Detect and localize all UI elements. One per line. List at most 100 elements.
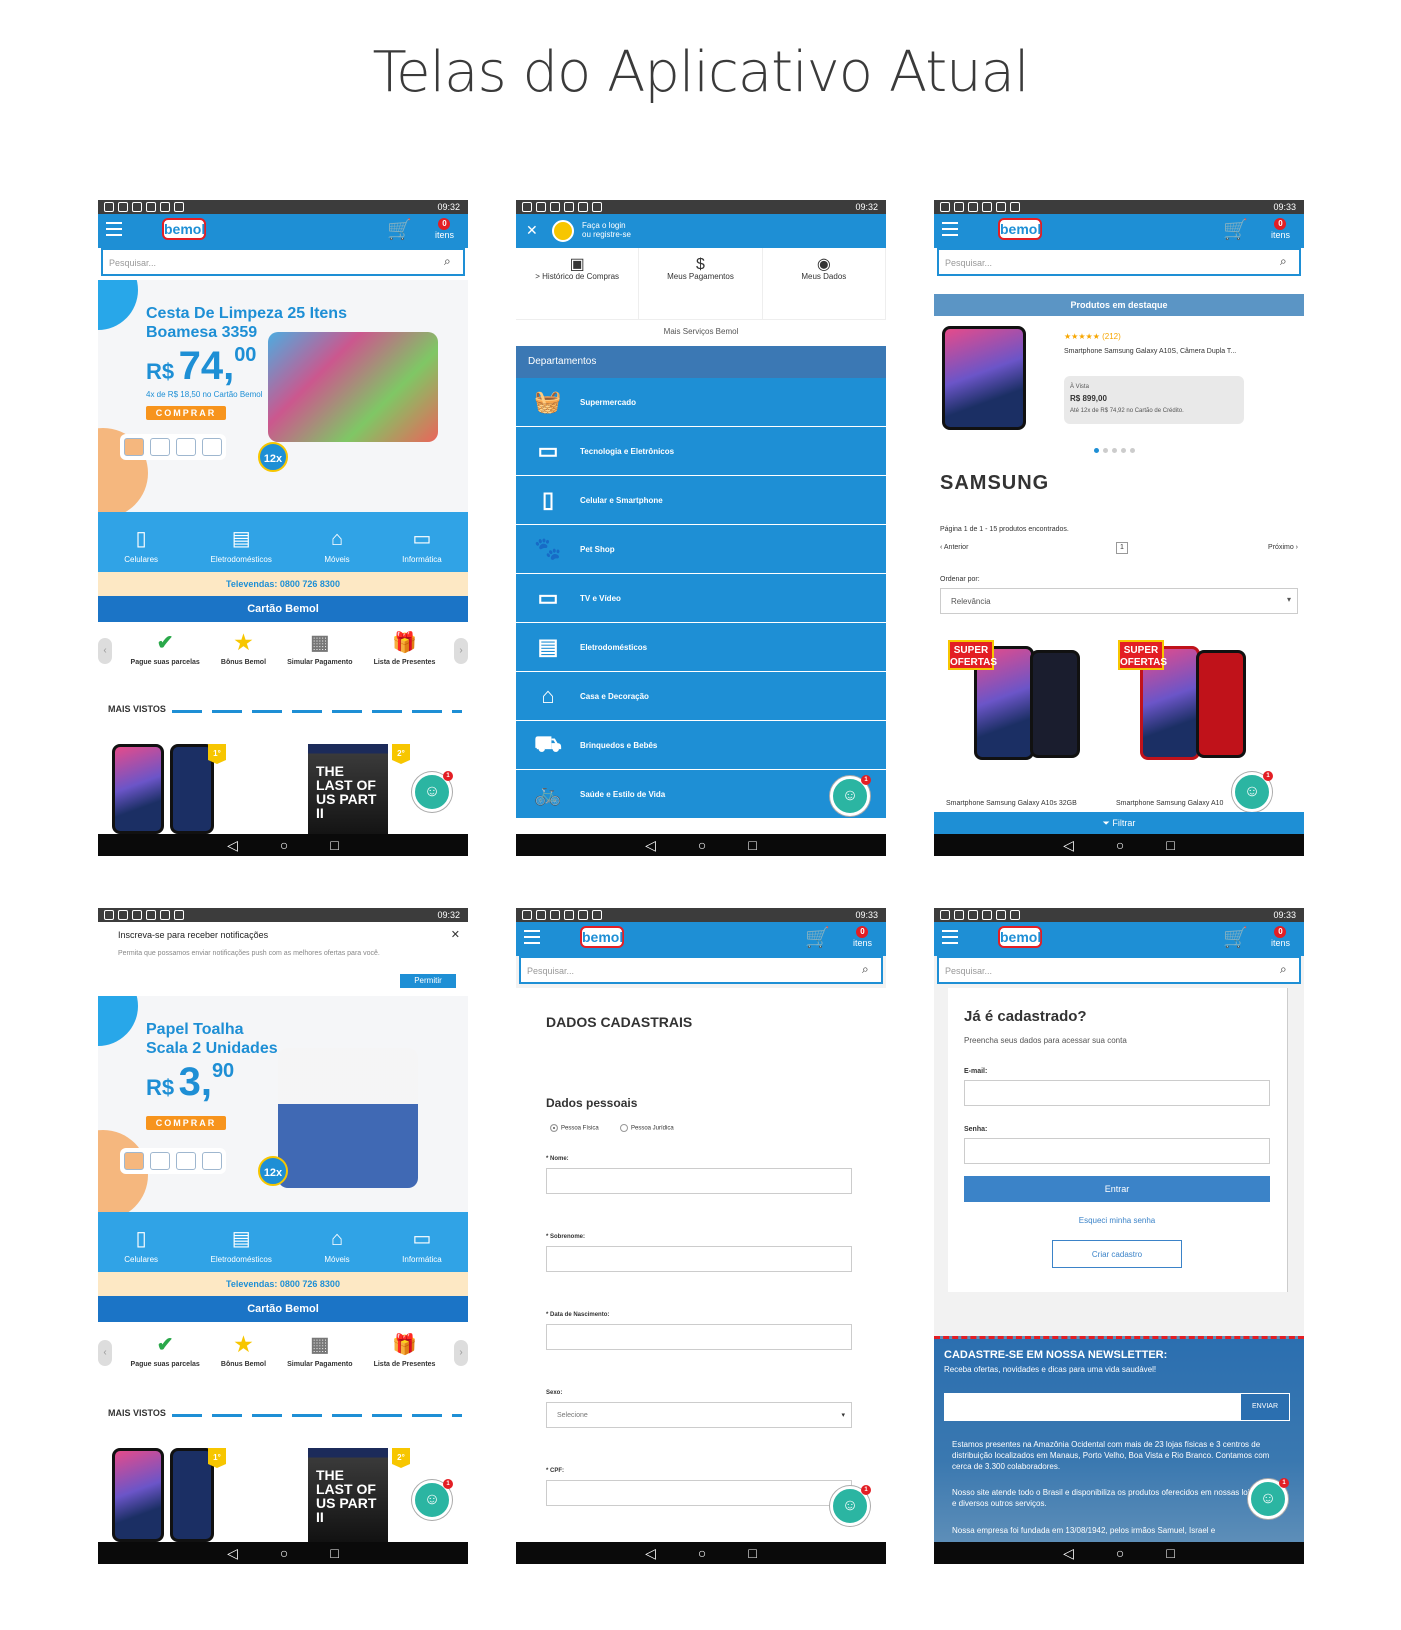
televendas-bar[interactable]: Televendas: 0800 726 8300 — [98, 572, 468, 596]
home-icon[interactable]: ○ — [698, 1545, 706, 1561]
permitir-button[interactable]: Permitir — [400, 974, 456, 988]
nascimento-field[interactable] — [546, 1324, 852, 1350]
forgot-password-link[interactable]: Esqueci minha senha — [964, 1216, 1270, 1225]
dept-casa[interactable]: ⌂ Casa e Decoração — [516, 672, 886, 721]
quick-lista[interactable]: 🎁 Lista de Presentes — [374, 1332, 436, 1382]
chatbot-icon[interactable]: ☺ 1 — [830, 775, 871, 816]
cartao-bemol-bar[interactable]: Cartão Bemol — [98, 596, 468, 622]
dept-petshop[interactable]: 🐾 Pet Shop — [516, 525, 886, 574]
next-link[interactable]: Próximo › — [1268, 544, 1298, 551]
carousel-dots[interactable] — [1094, 448, 1135, 453]
quick-bonus[interactable]: ★ Bônus Bemol — [221, 1332, 266, 1382]
televendas-bar[interactable]: Televendas: 0800 726 8300 — [98, 1272, 468, 1296]
grid-product-name[interactable]: Smartphone Samsung Galaxy A10s 32GB — [946, 800, 1077, 807]
grid-product-name[interactable]: Smartphone Samsung Galaxy A10 — [1116, 800, 1223, 807]
category-celulares[interactable]: ▯ Celulares — [124, 526, 158, 564]
quick-simular[interactable]: ▦ Simular Pagamento — [287, 1332, 352, 1382]
filter-button[interactable]: ⏷ Filtrar — [934, 812, 1304, 834]
cart-icon[interactable]: 🛒 — [805, 928, 830, 948]
dept-brinquedos[interactable]: ⛟ Brinquedos e Bebês — [516, 721, 886, 770]
sexo-select[interactable]: Selecione — [546, 1402, 852, 1428]
radio-pessoa-juridica[interactable]: Pessoa Jurídica — [620, 1124, 674, 1132]
dept-tv[interactable]: ▭ TV e Vídeo — [516, 574, 886, 623]
menu-icon[interactable] — [106, 222, 122, 236]
recent-icon[interactable]: □ — [1166, 837, 1174, 853]
promo-banner[interactable]: Papel Toalha Scala 2 Unidades R$ 3,90 COM… — [98, 996, 468, 1212]
menu-icon[interactable] — [942, 930, 958, 944]
buy-button[interactable]: COMPRAR — [146, 406, 226, 420]
cart-count[interactable]: 0 itens — [853, 926, 872, 948]
cart-count[interactable]: 0 itens — [1271, 218, 1290, 240]
avatar[interactable] — [552, 220, 574, 242]
cart-icon[interactable]: 🛒 — [1223, 928, 1248, 948]
search-icon[interactable]: ⌕ — [1280, 962, 1300, 977]
buy-button[interactable]: COMPRAR — [146, 1116, 226, 1130]
category-informatica[interactable]: ▭ Informática — [402, 1226, 442, 1264]
recent-icon[interactable]: □ — [1166, 1545, 1174, 1561]
cpf-field[interactable] — [546, 1480, 852, 1506]
cart-icon[interactable]: 🛒 — [1223, 220, 1248, 240]
menu-icon[interactable] — [942, 222, 958, 236]
menu-icon[interactable] — [524, 930, 540, 944]
dept-celular[interactable]: ▯ Celular e Smartphone — [516, 476, 886, 525]
recent-icon[interactable]: □ — [330, 837, 338, 853]
nome-field[interactable] — [546, 1168, 852, 1194]
category-eletro[interactable]: ▤ Eletrodomésticos — [211, 526, 272, 564]
product-phone-image[interactable] — [112, 744, 164, 834]
mais-servicos-link[interactable]: Mais Serviços Bemol — [516, 320, 886, 344]
featured-product-image[interactable] — [942, 326, 1026, 430]
search-input[interactable]: Pesquisar... — [101, 248, 465, 276]
product-game-image[interactable]: THE LAST OF US PART II — [308, 1448, 388, 1544]
chatbot-icon[interactable]: ☺ 1 — [1248, 1478, 1289, 1519]
enviar-button[interactable]: ENVIAR — [1240, 1393, 1290, 1421]
cart-count[interactable]: 0 itens — [435, 218, 454, 240]
quick-bonus[interactable]: ★ Bônus Bemol — [221, 630, 266, 680]
promo-banner[interactable]: Cesta De Limpeza 25 Itens Boamesa 3359 R$… — [98, 280, 468, 512]
search-input[interactable]: Pesquisar... — [937, 248, 1301, 276]
dept-tecnologia[interactable]: ▭ Tecnologia e Eletrônicos — [516, 427, 886, 476]
dados-button[interactable]: ◉ Meus Dados — [763, 248, 886, 319]
close-icon[interactable]: ✕ — [526, 222, 538, 239]
back-icon[interactable]: ◁ — [1063, 837, 1074, 854]
home-icon[interactable]: ○ — [280, 1545, 288, 1561]
cartao-bemol-bar[interactable]: Cartão Bemol — [98, 1296, 468, 1322]
radio-pessoa-fisica[interactable]: Pessoa Física — [550, 1124, 599, 1132]
quick-simular[interactable]: ▦ Simular Pagamento — [287, 630, 352, 680]
criar-cadastro-button[interactable]: Criar cadastro — [1052, 1240, 1182, 1268]
back-icon[interactable]: ◁ — [645, 1545, 656, 1562]
close-icon[interactable]: ✕ — [451, 928, 460, 941]
recent-icon[interactable]: □ — [748, 837, 756, 853]
email-field[interactable] — [964, 1080, 1270, 1106]
password-field[interactable] — [964, 1138, 1270, 1164]
cart-icon[interactable]: 🛒 — [387, 220, 412, 240]
category-celulares[interactable]: ▯ Celulares — [124, 1226, 158, 1264]
featured-product-name[interactable]: Smartphone Samsung Galaxy A10S, Câmera D… — [1064, 346, 1244, 357]
bemol-logo[interactable]: bemol — [580, 926, 624, 948]
sort-select[interactable]: Relevância — [940, 588, 1298, 614]
sobrenome-field[interactable] — [546, 1246, 852, 1272]
back-icon[interactable]: ◁ — [227, 837, 238, 854]
bemol-logo[interactable]: bemol — [162, 218, 206, 240]
back-icon[interactable]: ◁ — [645, 837, 656, 854]
back-icon[interactable]: ◁ — [227, 1545, 238, 1562]
category-eletro[interactable]: ▤ Eletrodomésticos — [211, 1226, 272, 1264]
chatbot-icon[interactable]: ☺ 1 — [830, 1485, 871, 1526]
back-icon[interactable]: ◁ — [1063, 1545, 1074, 1562]
category-informatica[interactable]: ▭ Informática — [402, 526, 442, 564]
product-phone-image[interactable] — [112, 1448, 164, 1542]
home-icon[interactable]: ○ — [1116, 837, 1124, 853]
chatbot-icon[interactable]: ☺ 1 — [412, 1479, 453, 1520]
search-icon[interactable]: ⌕ — [444, 254, 464, 269]
product-game-image[interactable]: THE LAST OF US PART II — [308, 744, 388, 840]
dept-supermercado[interactable]: 🧺 Supermercado — [516, 378, 886, 427]
quick-pague[interactable]: ✔ Pague suas parcelas — [131, 1332, 200, 1382]
cart-count[interactable]: 0 itens — [1271, 926, 1290, 948]
category-moveis[interactable]: ⌂ Móveis — [324, 528, 349, 564]
login-link[interactable]: Faça o login ou registre-se — [582, 221, 631, 239]
recent-icon[interactable]: □ — [330, 1545, 338, 1561]
chatbot-icon[interactable]: ☺ 1 — [1232, 771, 1273, 812]
recent-icon[interactable]: □ — [748, 1545, 756, 1561]
newsletter-email-field[interactable] — [944, 1393, 1240, 1421]
category-moveis[interactable]: ⌂ Móveis — [324, 1228, 349, 1264]
entrar-button[interactable]: Entrar — [964, 1176, 1270, 1202]
